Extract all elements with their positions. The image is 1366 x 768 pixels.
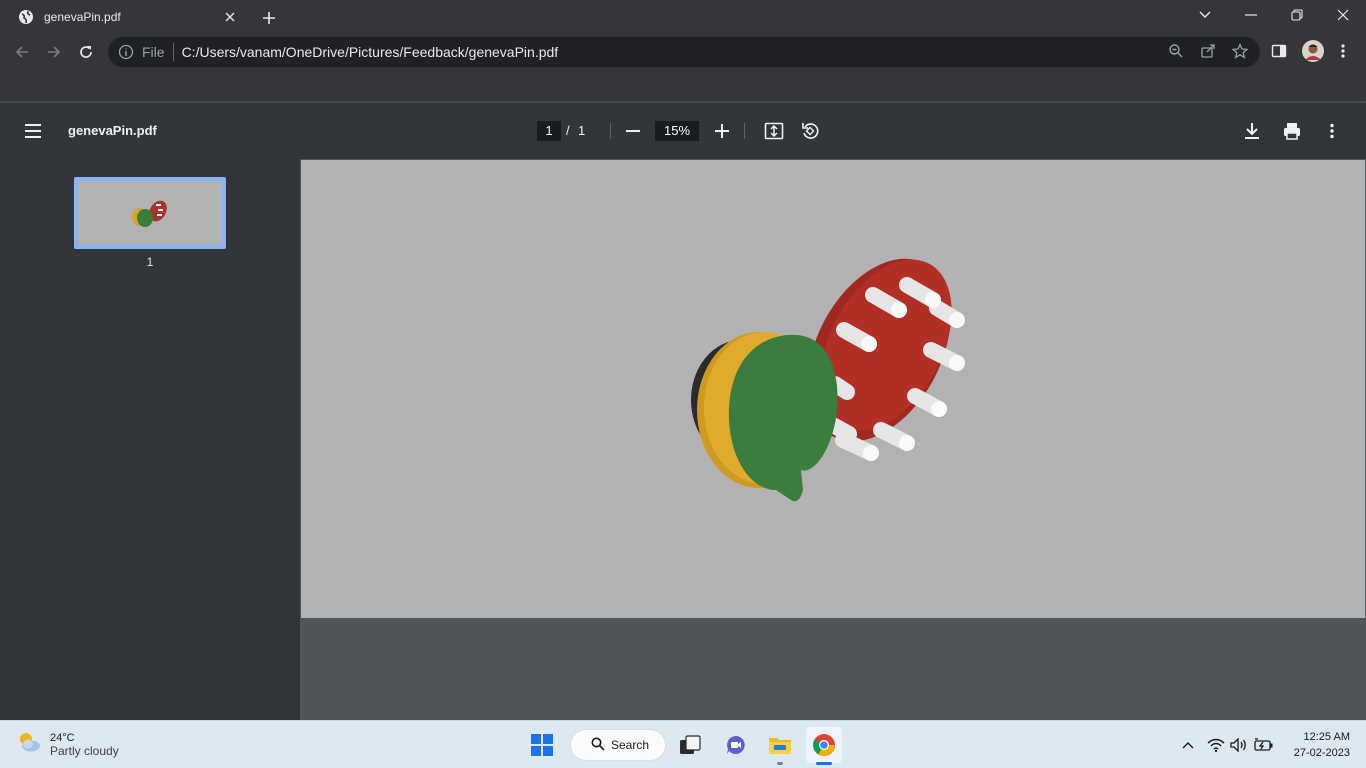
page-total: 1 <box>578 123 586 138</box>
omnibox-divider <box>172 43 174 61</box>
scheme-label: File <box>142 44 165 60</box>
toolbar-divider <box>744 123 745 139</box>
zoom-magnifier-icon[interactable] <box>1166 41 1186 61</box>
rotate-icon[interactable] <box>798 119 822 143</box>
page-thumbnail[interactable] <box>74 177 226 249</box>
show-hidden-icons-chevron-icon[interactable] <box>1178 735 1198 755</box>
clock-time: 12:25 AM <box>1303 731 1350 743</box>
zoom-out-button[interactable] <box>621 119 645 143</box>
chrome-taskbar-icon[interactable] <box>806 727 842 763</box>
search-icon <box>591 737 605 754</box>
chrome-active-indicator <box>816 762 832 765</box>
file-explorer-icon[interactable] <box>762 727 798 763</box>
pdf-file-name: genevaPin.pdf <box>68 123 157 138</box>
tab-search-button[interactable] <box>1182 0 1228 30</box>
geneva-pin-render <box>691 258 965 502</box>
new-tab-button[interactable] <box>258 7 280 29</box>
search-label: Search <box>611 738 650 752</box>
browser-tab[interactable]: genevaPin.pdf <box>8 0 248 34</box>
globe-icon <box>18 9 34 25</box>
address-bar[interactable]: File C:/Users/vanam/OneDrive/Pictures/Fe… <box>108 37 1260 67</box>
minimize-button[interactable] <box>1228 0 1274 30</box>
clock-date: 27-02-2023 <box>1293 747 1350 759</box>
tab-close-icon[interactable] <box>222 9 238 25</box>
wifi-icon[interactable] <box>1206 735 1226 755</box>
zoom-in-button[interactable] <box>710 119 734 143</box>
side-panel-icon[interactable] <box>1269 41 1289 61</box>
page-separator: / <box>566 123 570 138</box>
thumbnail-page-number: 1 <box>146 255 154 269</box>
back-button[interactable] <box>8 38 36 66</box>
bookmarks-bar <box>0 70 1366 102</box>
volume-icon[interactable] <box>1229 735 1249 755</box>
url-text[interactable]: C:/Users/vanam/OneDrive/Pictures/Feedbac… <box>182 44 559 60</box>
close-window-button[interactable] <box>1320 0 1366 30</box>
more-actions-icon[interactable] <box>1320 119 1344 143</box>
bookmark-star-icon[interactable] <box>1230 41 1250 61</box>
weather-widget[interactable]: 24°C Partly cloudy <box>16 729 119 760</box>
tab-title: genevaPin.pdf <box>44 10 121 24</box>
profile-avatar[interactable] <box>1301 39 1325 63</box>
toolbar-divider <box>610 123 611 139</box>
task-view-icon[interactable] <box>672 727 708 763</box>
fit-to-page-icon[interactable] <box>762 119 786 143</box>
restore-button[interactable] <box>1274 0 1320 30</box>
pdf-page <box>301 160 1365 618</box>
zoom-level-input[interactable]: 15% <box>655 121 699 141</box>
partly-cloudy-icon <box>16 729 42 760</box>
weather-condition: Partly cloudy <box>50 743 119 758</box>
pdf-toolbar: genevaPin.pdf 1 / 1 15% <box>0 103 1366 159</box>
share-icon[interactable] <box>1198 41 1218 61</box>
file-explorer-indicator <box>777 762 783 765</box>
taskbar-search[interactable]: Search <box>570 729 666 761</box>
page-number-input[interactable]: 1 <box>537 121 561 141</box>
download-icon[interactable] <box>1240 119 1264 143</box>
site-info-icon[interactable] <box>118 44 134 60</box>
forward-button[interactable] <box>40 38 68 66</box>
browser-title-bar: genevaPin.pdf <box>0 0 1366 34</box>
hamburger-menu-icon[interactable] <box>22 121 44 141</box>
print-icon[interactable] <box>1280 119 1304 143</box>
windows-start-icon[interactable] <box>524 727 560 763</box>
pdf-viewer <box>300 159 1366 720</box>
chrome-menu-icon[interactable] <box>1333 41 1353 61</box>
battery-charging-icon[interactable] <box>1254 735 1274 755</box>
thumbnail-sidebar: 1 <box>0 159 300 720</box>
reload-button[interactable] <box>72 38 100 66</box>
teams-chat-icon[interactable] <box>718 727 754 763</box>
weather-temperature: 24°C <box>50 731 75 744</box>
windows-taskbar: 24°C Partly cloudy Search 12:25 AM 27-02… <box>0 720 1366 768</box>
system-clock[interactable]: 12:25 AM 27-02-2023 <box>1294 729 1350 761</box>
browser-toolbar: File C:/Users/vanam/OneDrive/Pictures/Fe… <box>0 34 1366 70</box>
